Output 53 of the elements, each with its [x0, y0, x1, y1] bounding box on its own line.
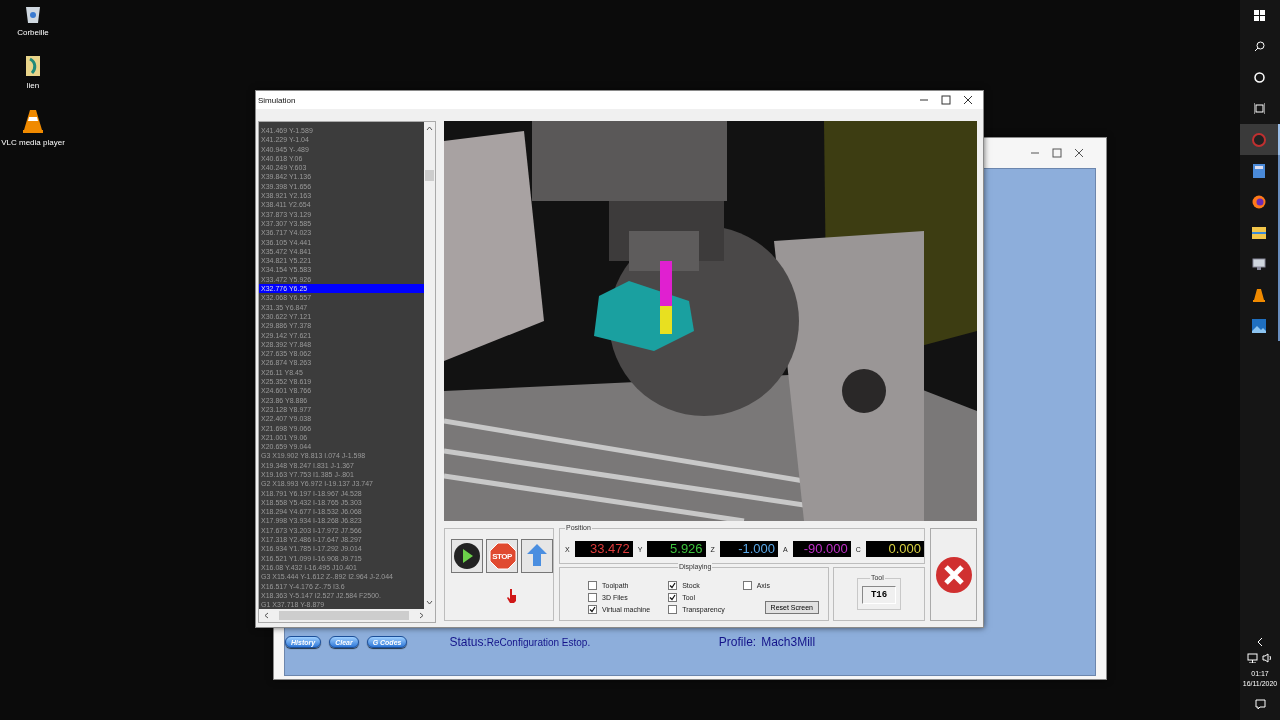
checkbox[interactable]	[742, 580, 752, 590]
chevron-icon[interactable]	[1256, 637, 1264, 647]
speaker-icon[interactable]	[1262, 653, 1273, 663]
calculator-icon[interactable]	[1253, 163, 1265, 178]
checkbox[interactable]	[668, 580, 678, 590]
status-text: ReConfiguration Estop.	[486, 636, 592, 648]
windows-start-icon[interactable]	[1253, 10, 1265, 21]
scrollbar-thumb[interactable]	[425, 170, 434, 182]
photos-icon[interactable]	[1252, 318, 1266, 333]
desktop-icon-label[interactable]: Corbeille	[17, 28, 49, 37]
hand-cursor-icon	[507, 589, 517, 603]
axis-readout: -1.000	[719, 541, 778, 557]
monitor-icon[interactable]	[1252, 257, 1266, 270]
traffic-cone-icon[interactable]	[21, 108, 45, 134]
tool-field: T16	[861, 586, 897, 604]
maximize-button[interactable]	[1052, 148, 1062, 158]
scroll-down-icon[interactable]	[426, 599, 433, 607]
checkbox[interactable]	[588, 592, 597, 602]
close-button[interactable]	[1074, 148, 1084, 158]
stop-label: STOP	[492, 551, 512, 561]
axis-readout: 0.000	[865, 541, 924, 557]
status-label: Status:	[449, 635, 487, 649]
profile-label: Profile:	[718, 635, 757, 649]
desktop-icon-label[interactable]: lien	[26, 81, 40, 90]
checkbox[interactable]	[668, 592, 678, 602]
checkbox[interactable]	[668, 604, 678, 614]
checkbox[interactable]	[588, 604, 597, 614]
traffic-cone-icon[interactable]	[1253, 287, 1265, 302]
network-icon[interactable]	[1247, 653, 1258, 663]
scroll-right-icon[interactable]	[418, 612, 425, 620]
rewind-button[interactable]	[521, 539, 553, 573]
axis-readout: -90.000	[792, 541, 851, 557]
scrollbar-thumb[interactable]	[279, 611, 409, 621]
maximize-button[interactable]	[941, 95, 951, 105]
play-button[interactable]	[451, 539, 483, 573]
notification-icon[interactable]	[1254, 699, 1266, 710]
axis-readout: 5.926	[647, 541, 706, 557]
stop-button[interactable]: STOP	[486, 539, 518, 573]
desktop-icon-label[interactable]: VLC media player	[1, 138, 65, 147]
window-title: Simulation	[258, 95, 297, 105]
folder-icon[interactable]	[25, 55, 41, 77]
circle-icon[interactable]	[1253, 72, 1265, 83]
search-icon[interactable]	[1253, 41, 1265, 52]
scroll-up-icon[interactable]	[426, 125, 433, 132]
close-icon	[934, 555, 973, 594]
axis-readout: 33.472	[574, 541, 633, 557]
checkbox[interactable]	[588, 580, 597, 590]
task-view-icon[interactable]	[1253, 103, 1265, 114]
profile-text: Mach3Mill	[761, 635, 816, 649]
recycle-bin-icon[interactable]	[24, 4, 42, 24]
close-button[interactable]	[963, 95, 973, 105]
folder-icon[interactable]	[1252, 226, 1266, 239]
scroll-left-icon[interactable]	[263, 612, 270, 620]
